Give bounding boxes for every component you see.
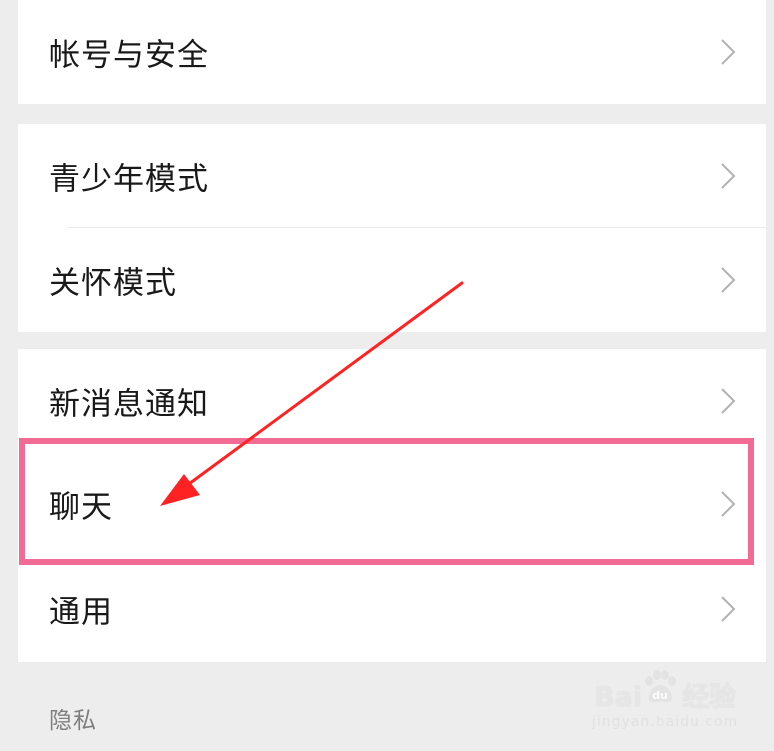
settings-item-care-mode[interactable]: 关怀模式: [18, 228, 766, 332]
chevron-right-icon: [721, 596, 736, 622]
section-header-label: 隐私: [49, 708, 97, 734]
settings-item-label: 通用: [49, 594, 113, 631]
section-header-privacy: 隐私: [18, 662, 766, 751]
settings-item-label: 帐号与安全: [49, 37, 209, 74]
settings-item-teen-mode[interactable]: 青少年模式: [18, 124, 766, 228]
settings-item-label: 青少年模式: [49, 161, 209, 198]
settings-item-label: 新消息通知: [49, 386, 209, 422]
chevron-right-icon: [721, 387, 736, 414]
settings-item-chat[interactable]: 聊天: [18, 452, 766, 556]
settings-item-account-security[interactable]: 帐号与安全: [18, 0, 766, 104]
settings-item-new-message-notification[interactable]: 新消息通知: [18, 349, 766, 452]
chevron-right-icon: [721, 39, 736, 65]
settings-item-label: 聊天: [49, 489, 113, 526]
chevron-right-icon: [721, 491, 736, 517]
chevron-right-icon: [721, 267, 736, 293]
chevron-right-icon: [721, 163, 736, 189]
settings-item-general[interactable]: 通用: [18, 556, 766, 662]
settings-item-label: 关怀模式: [49, 265, 177, 302]
